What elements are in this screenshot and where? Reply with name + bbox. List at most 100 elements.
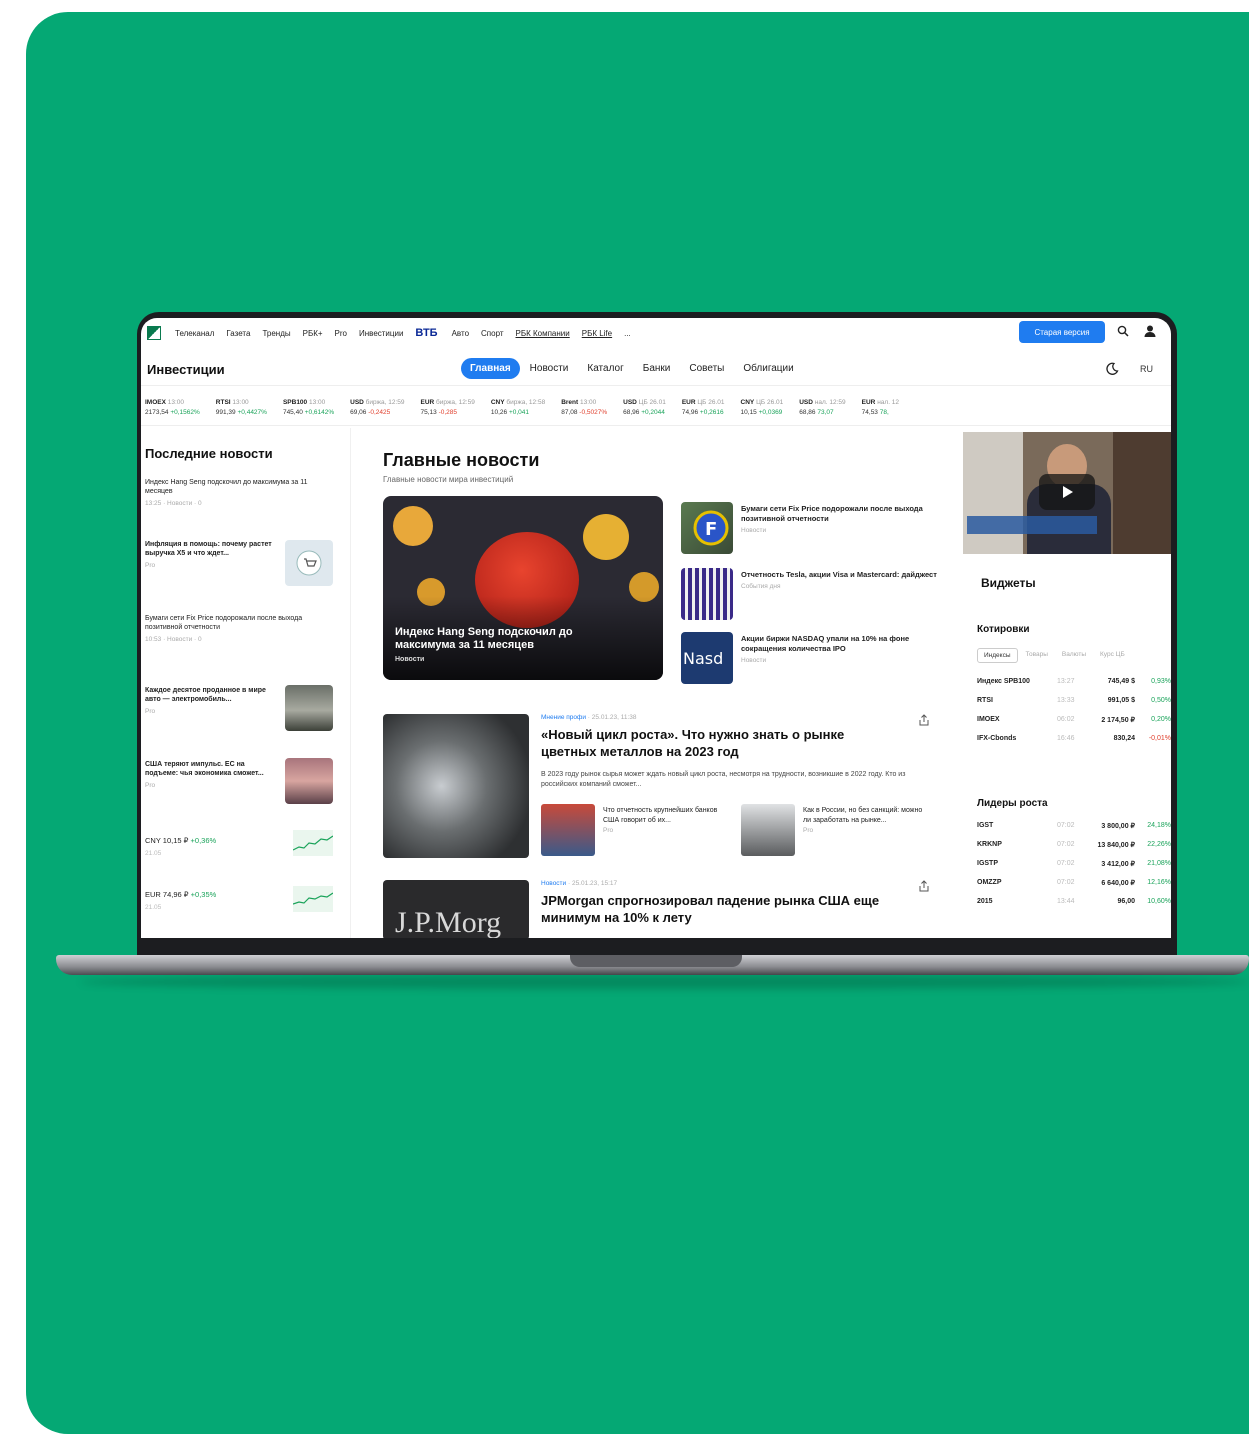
ticker-item[interactable]: RTSI 13:00 991,39 +0,4427% <box>212 398 267 425</box>
news-headline[interactable]: Каждое десятое проданное в мире авто — э… <box>145 686 275 704</box>
tab-commodities[interactable]: Товары <box>1020 648 1054 663</box>
ticker-item[interactable]: CNY ЦБ 26.01 10,15 +0,0369 <box>737 398 784 425</box>
ticker-name: EUR <box>420 399 435 406</box>
user-icon[interactable] <box>1143 324 1157 338</box>
ticker-name: Brent <box>561 399 579 406</box>
fix-price-logo-icon: F <box>693 510 729 546</box>
quote-row[interactable]: IFX-Cbonds 16:46 830,24 -0,01% <box>977 735 1171 747</box>
quote-row[interactable]: Индекс SPB100 13:27 745,49 $ 0,93% <box>977 678 1171 690</box>
article-image[interactable]: J.P.Morg <box>383 880 529 938</box>
nav-link-trends[interactable]: Тренды <box>262 329 290 338</box>
rbc-logo-icon[interactable] <box>147 326 161 340</box>
quote-row[interactable]: 2015 13:44 96,00 10,60% <box>977 898 1171 910</box>
hero-news-card[interactable]: Индекс Hang Seng подскочил до максимума … <box>383 496 663 680</box>
nav-link-sport[interactable]: Спорт <box>481 329 504 338</box>
moon-icon[interactable] <box>1105 362 1119 376</box>
tab-cbr-rate[interactable]: Курс ЦБ <box>1094 648 1131 663</box>
search-icon[interactable] <box>1117 325 1129 337</box>
ticker-item[interactable]: USD ЦБ 26.01 68,96 +0,2044 <box>619 398 666 425</box>
related-article-image[interactable] <box>541 804 595 856</box>
ticker-time: 13:00 <box>232 399 249 406</box>
market-ticker: IMOEX 13:00 2173,54 +0,1562% RTSI 13:00 991… <box>141 398 1171 426</box>
ticker-name: EUR <box>681 399 696 406</box>
related-article-image[interactable] <box>741 804 795 856</box>
ticker-time: нал. 12:59 <box>814 399 846 406</box>
list-item[interactable]: Бумаги сети Fix Price подорожали после в… <box>145 614 341 644</box>
news-headline[interactable]: Бумаги сети Fix Price подорожали после в… <box>145 614 321 632</box>
quote-change: -0,01% <box>1148 735 1171 742</box>
news-headline[interactable]: Отчетность Tesla, акции Visa и Mastercar… <box>741 570 937 579</box>
article-category[interactable]: Новости <box>541 880 566 887</box>
ticker-item[interactable]: IMOEX 13:00 2173,54 +0,1562% <box>141 398 200 425</box>
tab-banks[interactable]: Банки <box>634 358 680 379</box>
nav-link-rbc-life[interactable]: РБК Life <box>582 329 612 338</box>
ticker-change: +0,0369 <box>758 409 783 416</box>
ticker-item[interactable]: EUR ЦБ 26.01 74,96 +0,2616 <box>678 398 725 425</box>
list-item[interactable]: Индекс Hang Seng подскочил до максимума … <box>145 478 341 508</box>
ticker-item[interactable]: CNY биржа, 12:58 10,26 +0,041 <box>487 398 545 425</box>
quote-time: 07:02 <box>1057 841 1075 848</box>
nav-link-investments[interactable]: Инвестиции <box>359 329 403 338</box>
news-category: Новости <box>741 527 767 534</box>
section-title[interactable]: Инвестиции <box>147 362 225 377</box>
news-headline[interactable]: Индекс Hang Seng подскочил до максимума … <box>145 478 315 496</box>
nav-link-tv[interactable]: Телеканал <box>175 329 214 338</box>
ticker-value: 69,06 <box>350 409 367 416</box>
share-icon[interactable] <box>919 880 929 892</box>
ticker-item[interactable]: EUR биржа, 12:59 75,13 -0,285 <box>416 398 474 425</box>
quote-row[interactable]: IGSTP 07:02 3 412,00 ₽ 21,08% <box>977 860 1171 872</box>
ticker-item[interactable]: Brent 13:00 87,08 -0,5027% <box>557 398 607 425</box>
news-thumbnail[interactable] <box>285 540 333 586</box>
article-headline[interactable]: JPMorgan спрогнозировал падение рынка СШ… <box>541 892 901 926</box>
nav-more[interactable]: ... <box>624 329 631 338</box>
news-thumbnail[interactable] <box>285 685 333 731</box>
language-switch[interactable]: RU <box>1140 364 1153 374</box>
quote-row[interactable]: IMOEX 06:02 2 174,50 ₽ 0,20% <box>977 716 1171 728</box>
ticker-name: USD <box>799 399 813 406</box>
quote-row[interactable]: RTSI 13:33 991,05 $ 0,50% <box>977 697 1171 709</box>
nav-link-pro[interactable]: Pro <box>335 329 347 338</box>
news-headline[interactable]: США теряют импульс. ЕС на подъеме: чья э… <box>145 760 275 778</box>
news-thumbnail[interactable]: Nasd <box>681 632 733 684</box>
ticker-item[interactable]: SPB100 13:00 745,40 +0,6142% <box>279 398 334 425</box>
news-headline[interactable]: Инфляция в помощь: почему растет выручка… <box>145 540 275 558</box>
nav-link-rbc-plus[interactable]: РБК+ <box>303 329 323 338</box>
ticker-item[interactable]: EUR нал. 12 74,53 78, <box>858 398 899 425</box>
quote-row[interactable]: OMZZP 07:02 6 640,00 ₽ 12,16% <box>977 879 1171 891</box>
quote-row[interactable]: KRKNP 07:02 13 840,00 ₽ 22,26% <box>977 841 1171 853</box>
hero-headline[interactable]: Индекс Hang Seng подскочил до максимума … <box>395 626 635 652</box>
article-card[interactable]: Мнение профи · 25.01.23, 11:38 «Новый ци… <box>383 714 943 860</box>
video-player[interactable] <box>963 432 1171 554</box>
ticker-item[interactable]: USD нал. 12:59 68,86 73,07 <box>795 398 845 425</box>
nav-link-rbc-companies[interactable]: РБК Компании <box>516 329 570 338</box>
news-thumbnail[interactable] <box>285 758 333 804</box>
quote-row[interactable]: IGST 07:02 3 800,00 ₽ 24,18% <box>977 822 1171 834</box>
tab-currencies[interactable]: Валюты <box>1056 648 1092 663</box>
tab-indices[interactable]: Индексы <box>977 648 1018 663</box>
article-headline[interactable]: «Новый цикл роста». Что нужно знать о ры… <box>541 726 901 760</box>
tab-bonds[interactable]: Облигации <box>734 358 802 379</box>
news-thumbnail[interactable]: F <box>681 502 733 554</box>
tab-advice[interactable]: Советы <box>680 358 733 379</box>
related-headline[interactable]: Как в России, но без санкций: можно ли з… <box>803 807 922 824</box>
tab-catalog[interactable]: Каталог <box>578 358 632 379</box>
tab-news[interactable]: Новости <box>521 358 578 379</box>
play-icon[interactable] <box>1039 474 1095 510</box>
article-card[interactable]: J.P.Morg Новости · 25.01.23, 15:17 JPMor… <box>383 880 943 938</box>
article-category[interactable]: Мнение профи <box>541 714 586 721</box>
related-headline[interactable]: Что отчетность крупнейших банков США гов… <box>603 807 717 824</box>
page-subtitle: Главные новости мира инвестиций <box>383 475 514 484</box>
share-icon[interactable] <box>919 714 929 726</box>
tab-main[interactable]: Главная <box>461 358 520 379</box>
vtb-logo[interactable]: ВТБ <box>415 327 437 339</box>
article-image[interactable] <box>383 714 529 858</box>
ticker-value: 74,96 <box>681 409 699 416</box>
ticker-name: IMOEX <box>145 399 166 406</box>
ticker-item[interactable]: USD биржа, 12:59 69,06 -0,2425 <box>346 398 404 425</box>
nav-link-auto[interactable]: Авто <box>452 329 469 338</box>
news-headline[interactable]: Акции биржи NASDAQ упали на 10% на фоне … <box>741 634 909 653</box>
old-version-button[interactable]: Старая версия <box>1019 321 1105 343</box>
news-headline[interactable]: Бумаги сети Fix Price подорожали после в… <box>741 504 923 523</box>
news-thumbnail[interactable] <box>681 568 733 620</box>
nav-link-newspaper[interactable]: Газета <box>226 329 250 338</box>
